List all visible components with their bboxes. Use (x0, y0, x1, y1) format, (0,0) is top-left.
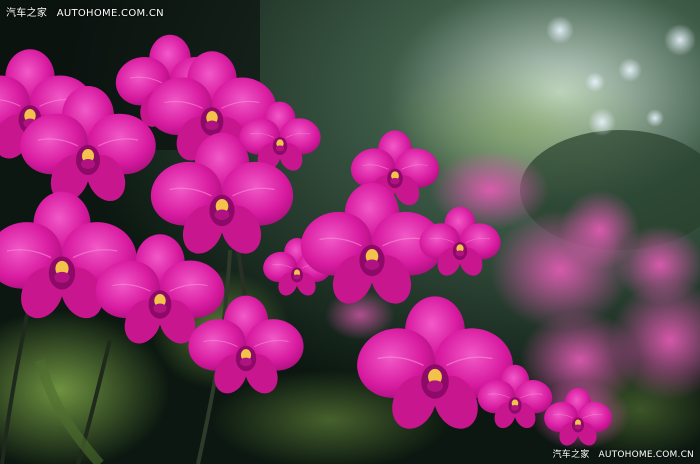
orchid-photo-art (0, 0, 700, 464)
watermark-top: 汽车之家 AUTOHOME.COM.CN (6, 4, 164, 19)
watermark-bottom-site: AUTOHOME.COM.CN (598, 450, 694, 460)
watermark-bottom-brand: 汽车之家 (552, 450, 590, 460)
watermark-bottom: 汽车之家 AUTOHOME.COM.CN (553, 447, 694, 460)
watermark-top-brand: 汽车之家 (6, 8, 48, 19)
watermark-top-site: AUTOHOME.COM.CN (56, 8, 164, 19)
orchid-photo: 汽车之家 AUTOHOME.COM.CN 汽车之家 AUTOHOME.COM.C… (0, 0, 700, 464)
